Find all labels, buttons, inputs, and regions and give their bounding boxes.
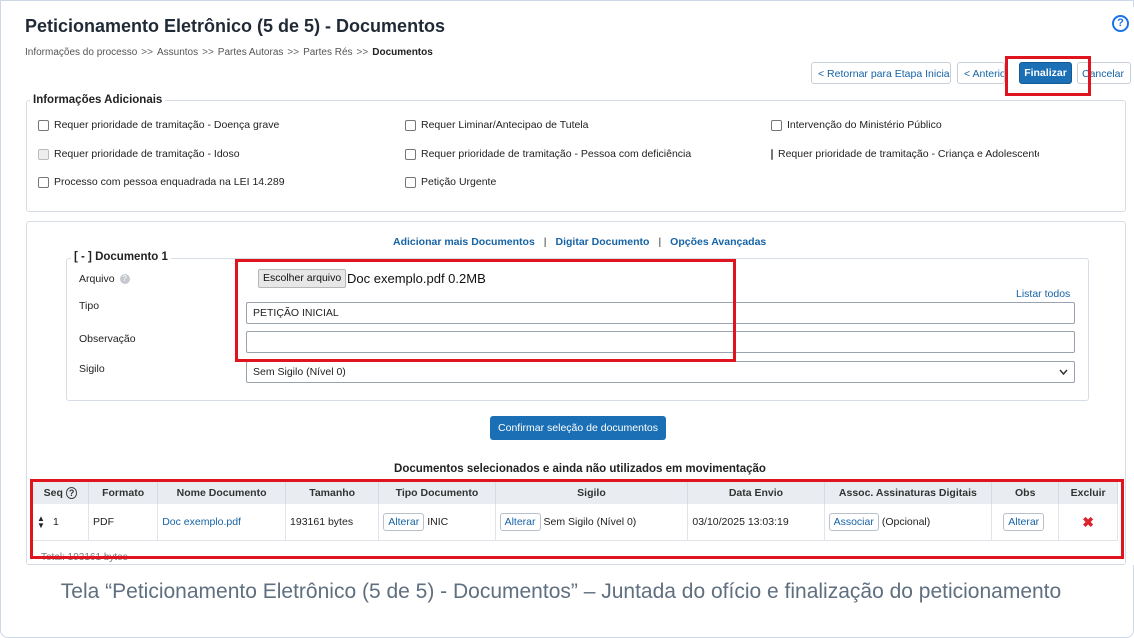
- checkbox-label: Requer prioridade de tramitação - Pessoa…: [421, 148, 692, 160]
- breadcrumb-separator: >>: [141, 47, 153, 58]
- checkbox-label: Petição Urgente: [421, 176, 497, 188]
- app-screen: Peticionamento Eletrônico (5 de 5) - Doc…: [13, 7, 1134, 565]
- checkbox-label: Requer prioridade de tramitação - Idoso: [54, 148, 240, 160]
- checkbox-injunction[interactable]: Requer Liminar/Antecipao de Tutela: [405, 119, 589, 131]
- advanced-options-link[interactable]: Opções Avançadas: [670, 236, 766, 248]
- table-title: Documentos selecionados e ainda não util…: [394, 463, 766, 475]
- file-label: Arquivo?: [79, 273, 130, 285]
- document-legend[interactable]: [ - ] Documento 1: [71, 251, 171, 263]
- checkbox-label: Requer prioridade de tramitação - Doença…: [54, 119, 280, 131]
- additional-info-legend: Informações Adicionais: [30, 94, 166, 106]
- breadcrumb-item[interactable]: Partes Rés: [303, 47, 352, 58]
- checkbox-label: Processo com pessoa enquadrada na LEI 14…: [54, 176, 285, 188]
- breadcrumb-separator: >>: [202, 47, 214, 58]
- checkbox-label: Requer prioridade de tramitação - Crianç…: [778, 148, 1039, 160]
- note-label: Observação: [79, 333, 136, 345]
- file-highlight-box: [235, 259, 736, 362]
- previous-button[interactable]: < Anterior: [957, 62, 1005, 84]
- add-more-documents-link[interactable]: Adicionar mais Documentos: [393, 236, 535, 248]
- link-separator: |: [543, 236, 547, 248]
- breadcrumb-item[interactable]: Assuntos: [157, 47, 198, 58]
- link-separator: |: [658, 236, 662, 248]
- breadcrumb-current: Documentos: [372, 47, 433, 58]
- checkbox-icon[interactable]: [771, 148, 773, 160]
- list-all-link[interactable]: Listar todos: [1016, 288, 1070, 300]
- secrecy-select-value: Sem Sigilo (Nível 0): [253, 366, 346, 378]
- checkbox-priority-grave[interactable]: Requer prioridade de tramitação - Doença…: [38, 119, 279, 131]
- screenshot-frame: Peticionamento Eletrônico (5 de 5) - Doc…: [0, 0, 1134, 638]
- breadcrumb: Informações do processo >> Assuntos >> Parte…: [25, 47, 433, 58]
- figure-caption: Tela “Peticionamento Eletrônico (5 de 5)…: [60, 580, 1062, 603]
- checkbox-icon[interactable]: [405, 148, 416, 160]
- checkbox-priority-disability[interactable]: Requer prioridade de tramitação - Pessoa…: [405, 148, 691, 160]
- breadcrumb-item[interactable]: Partes Autoras: [218, 47, 284, 58]
- checkbox-label: Requer Liminar/Antecipao de Tutela: [421, 119, 589, 131]
- checkbox-law-14289[interactable]: Processo com pessoa enquadrada na LEI 14…: [38, 176, 285, 188]
- checkbox-urgent[interactable]: Petição Urgente: [405, 176, 496, 188]
- checkbox-label: Intervenção do Ministério Público: [787, 119, 942, 131]
- checkbox-icon[interactable]: [771, 119, 782, 131]
- checkbox-priority-child[interactable]: Requer prioridade de tramitação - Crianç…: [771, 148, 1039, 160]
- type-label: Tipo: [79, 300, 100, 312]
- breadcrumb-separator: >>: [287, 47, 300, 58]
- secrecy-label: Sigilo: [79, 363, 105, 375]
- table-highlight-box: [30, 479, 1124, 559]
- secrecy-select[interactable]: Sem Sigilo (Nível 0): [246, 361, 1075, 383]
- checkbox-icon: [38, 148, 49, 160]
- checkbox-icon[interactable]: [38, 176, 49, 188]
- finish-highlight-box: [1005, 56, 1091, 96]
- breadcrumb-item[interactable]: Informações do processo: [25, 47, 137, 58]
- checkbox-icon[interactable]: [405, 119, 416, 131]
- page-title: Peticionamento Eletrônico (5 de 5) - Doc…: [25, 16, 446, 36]
- breadcrumb-separator: >>: [356, 47, 369, 58]
- confirm-selection-button[interactable]: Confirmar seleção de documentos: [490, 416, 666, 440]
- checkbox-icon[interactable]: [38, 119, 49, 131]
- document-links: Adicionar mais Documentos | Digitar Docume…: [393, 236, 766, 248]
- question-circle-icon[interactable]: ?: [1112, 15, 1129, 32]
- type-document-link[interactable]: Digitar Documento: [556, 236, 650, 248]
- chevron-down-icon: [1059, 369, 1068, 375]
- file-label-text: Arquivo: [79, 273, 115, 285]
- checkbox-priority-elderly: Requer prioridade de tramitação - Idoso: [38, 148, 240, 160]
- info-icon[interactable]: ?: [119, 274, 130, 285]
- checkbox-icon[interactable]: [405, 176, 416, 188]
- back-to-start-button[interactable]: < Retornar para Etapa Inicial: [811, 62, 951, 84]
- checkbox-public-ministry[interactable]: Intervenção do Ministério Público: [771, 119, 942, 131]
